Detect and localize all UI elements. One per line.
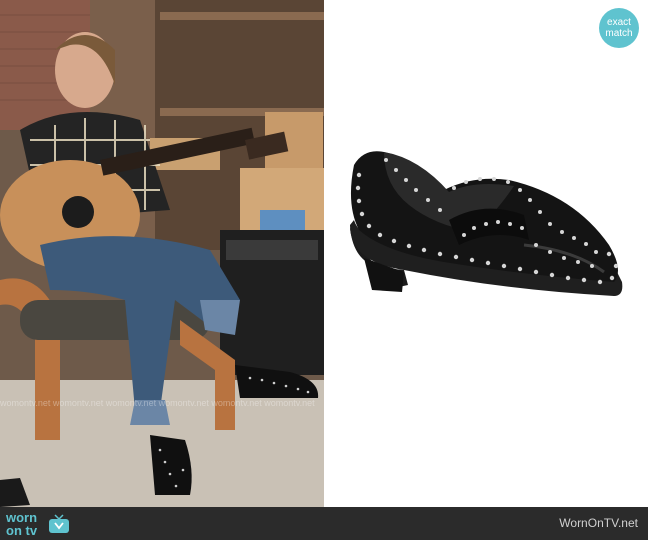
badge-line-2: match: [605, 28, 633, 39]
wornontv-logo[interactable]: worn on tv: [6, 510, 86, 538]
site-name[interactable]: WornOnTV.net: [559, 516, 638, 530]
watermark-text: womontv.net womontv.net womontv.net womo…: [0, 398, 315, 408]
logo-text-bottom: on tv: [6, 523, 38, 538]
tv-icon: [49, 514, 69, 533]
scene-illustration: [0, 0, 324, 507]
footer-bar: worn on tv WornOnTV.net: [0, 507, 648, 540]
scene-loafer-left: [150, 435, 192, 495]
badge-line-1: exact: [607, 17, 631, 28]
exact-match-badge: exact match: [599, 8, 639, 48]
product-photo: [324, 0, 648, 507]
studded-loafer: [350, 151, 623, 296]
scene-photo: womontv.net womontv.net womontv.net womo…: [0, 0, 324, 507]
